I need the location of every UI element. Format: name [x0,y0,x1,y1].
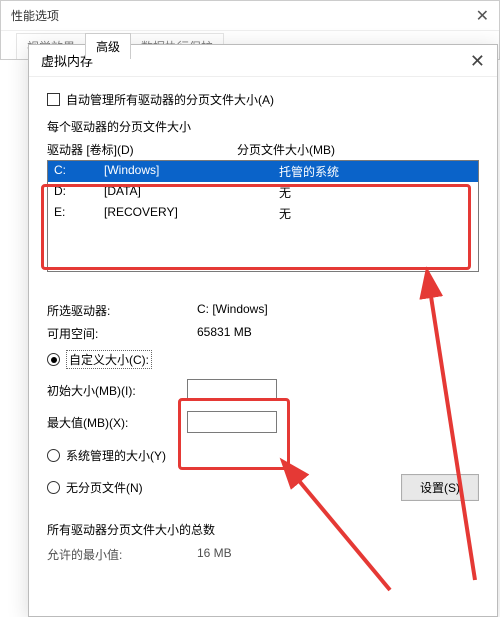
performance-options-titlebar: 性能选项 ✕ [1,1,499,31]
radio-custom-size[interactable]: 自定义大小(C): [47,350,479,369]
free-space-row: 可用空间: 65831 MB [47,325,479,342]
drive-list[interactable]: C: [Windows] 托管的系统 D: [DATA] 无 E: [RECOV… [47,160,479,272]
radio-system-label: 系统管理的大小(Y) [66,447,166,464]
drive-list-header: 驱动器 [卷标](D) 分页文件大小(MB) [47,141,479,158]
radio-icon[interactable] [47,481,60,494]
close-icon[interactable]: ✕ [476,6,489,26]
per-drive-label: 每个驱动器的分页文件大小 [47,118,479,135]
radio-custom-label: 自定义大小(C): [66,350,152,369]
list-item[interactable]: D: [DATA] 无 [48,182,478,203]
drive-letter: E: [54,205,104,222]
set-button[interactable]: 设置(S) [401,474,479,501]
auto-manage-row[interactable]: 自动管理所有驱动器的分页文件大小(A) [47,91,479,108]
allowed-min-row: 允许的最小值: 16 MB [47,546,479,563]
selected-drive-row: 所选驱动器: C: [Windows] [47,302,479,319]
drive-volume: [Windows] [104,163,279,180]
radio-none-label: 无分页文件(N) [66,479,143,496]
drive-status: 无 [279,184,472,201]
drive-volume: [RECOVERY] [104,205,279,222]
drive-status: 托管的系统 [279,163,472,180]
header-drive: 驱动器 [卷标](D) [47,141,237,158]
performance-options-title: 性能选项 [11,7,59,24]
max-size-input[interactable] [187,411,277,433]
close-icon[interactable]: ✕ [470,52,485,70]
checkbox-icon[interactable] [47,93,60,106]
radio-icon[interactable] [47,449,60,462]
free-space-value: 65831 MB [197,325,252,342]
allowed-min-value: 16 MB [197,546,232,563]
radio-no-paging[interactable]: 无分页文件(N) [47,479,143,496]
free-space-label: 可用空间: [47,325,197,342]
tab-advanced[interactable]: 高级 [85,33,131,59]
selected-drive-label: 所选驱动器: [47,302,197,319]
radio-system-managed[interactable]: 系统管理的大小(Y) [47,447,479,464]
initial-size-label: 初始大小(MB)(I): [47,382,187,399]
initial-size-input[interactable] [187,379,277,401]
header-paging: 分页文件大小(MB) [237,141,335,158]
drive-status: 无 [279,205,472,222]
max-size-label: 最大值(MB)(X): [47,414,187,431]
radio-icon[interactable] [47,353,60,366]
initial-size-row: 初始大小(MB)(I): [47,379,479,401]
auto-manage-label: 自动管理所有驱动器的分页文件大小(A) [66,91,274,108]
drive-volume: [DATA] [104,184,279,201]
drive-letter: D: [54,184,104,201]
allowed-min-label: 允许的最小值: [47,546,197,563]
max-size-row: 最大值(MB)(X): [47,411,479,433]
drive-letter: C: [54,163,104,180]
virtual-memory-dialog: 虚拟内存 ✕ 自动管理所有驱动器的分页文件大小(A) 每个驱动器的分页文件大小 … [28,44,498,617]
totals-label: 所有驱动器分页文件大小的总数 [47,521,479,538]
list-item[interactable]: C: [Windows] 托管的系统 [48,161,478,182]
selected-drive-value: C: [Windows] [197,302,268,319]
list-item[interactable]: E: [RECOVERY] 无 [48,203,478,224]
